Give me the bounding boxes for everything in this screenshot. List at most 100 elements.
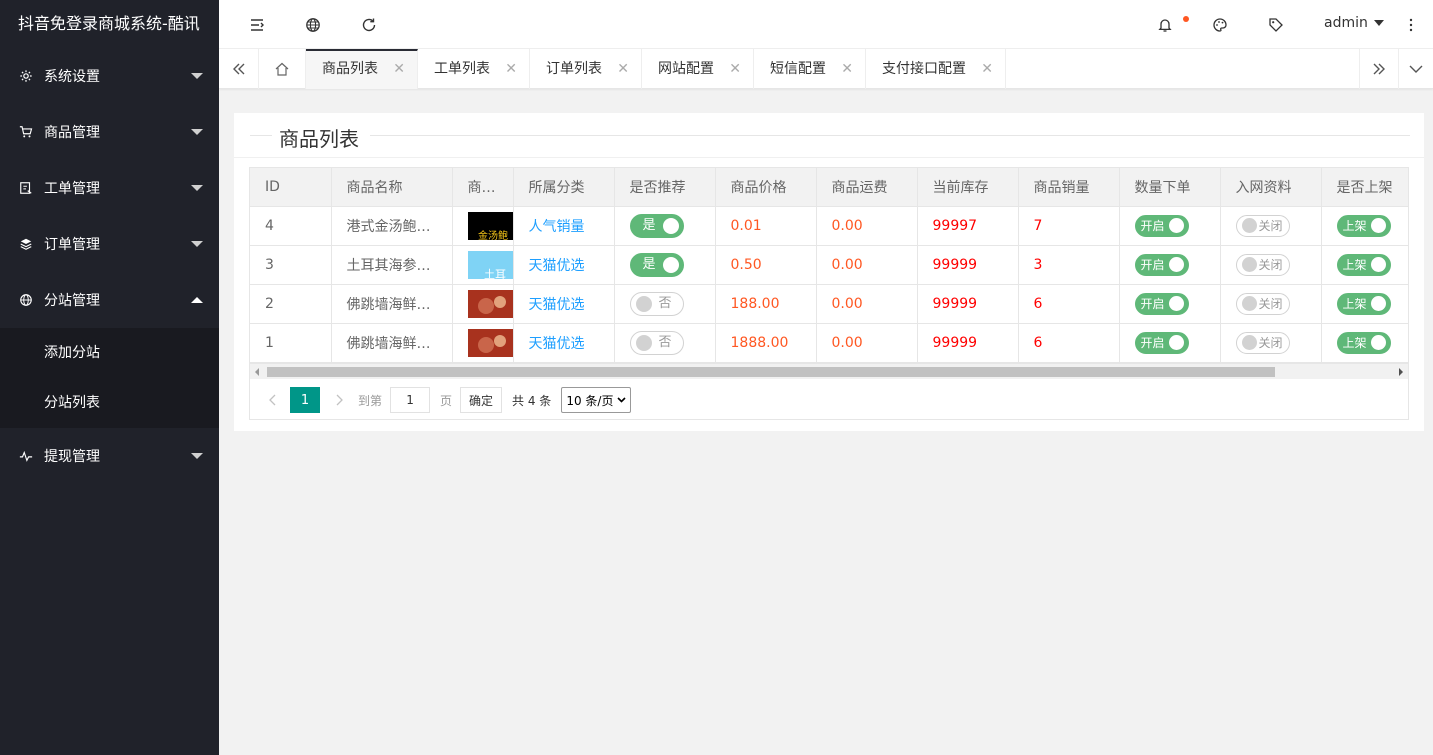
tabs-scroll-right-button[interactable]: [1359, 49, 1399, 89]
network-toggle[interactable]: 关闭: [1235, 214, 1290, 237]
username: admin: [1324, 15, 1368, 31]
sidebar-item-withdrawal-management[interactable]: 提现管理: [0, 428, 219, 484]
product-thumbnail[interactable]: [467, 328, 514, 357]
cell-sales: 7: [1018, 206, 1120, 246]
toggle-knob: [1168, 217, 1184, 233]
column-header[interactable]: 商品销量: [1018, 168, 1120, 207]
product-list-card: 商品列表 ID 商品名称 商… 所属分类 是否推荐 商品价格 商品运费 当前库存: [234, 113, 1424, 431]
tab-home[interactable]: [259, 49, 306, 89]
cell-category[interactable]: 天猫优选: [513, 284, 615, 324]
globe-icon: [18, 292, 34, 308]
network-toggle[interactable]: 关闭: [1235, 331, 1290, 354]
qty-order-toggle[interactable]: 开启: [1134, 331, 1189, 354]
sidebar-subitem-add-substation[interactable]: 添加分站: [0, 328, 219, 378]
cell-category[interactable]: 天猫优选: [513, 323, 615, 363]
qty-order-toggle[interactable]: 开启: [1134, 214, 1189, 237]
prev-page-button[interactable]: [258, 387, 288, 413]
table-row: 3 土耳其海参… 土耳 天猫优选 是 0.50 0.00 99999 3 开启: [250, 245, 1408, 285]
recommend-toggle[interactable]: 否: [629, 291, 684, 316]
recommend-toggle[interactable]: 是: [629, 252, 684, 277]
network-toggle[interactable]: 关闭: [1235, 292, 1290, 315]
listed-toggle[interactable]: 上架: [1336, 292, 1391, 315]
goto-page-input[interactable]: [390, 387, 431, 413]
toggle-label: 开启: [1140, 257, 1165, 272]
sidebar-subitem-substation-list[interactable]: 分站列表: [0, 378, 219, 428]
scrollbar-thumb[interactable]: [267, 367, 1275, 377]
tag-icon[interactable]: [1267, 16, 1285, 34]
recommend-toggle[interactable]: 否: [629, 330, 684, 355]
column-header[interactable]: 商品价格: [715, 168, 817, 207]
sidebar-item-system-settings[interactable]: 系统设置: [0, 48, 219, 104]
scroll-right-arrow-icon[interactable]: [1399, 368, 1403, 376]
scroll-left-arrow-icon[interactable]: [255, 368, 259, 376]
product-thumbnail[interactable]: 金汤鲍: [467, 211, 514, 240]
column-header[interactable]: 所属分类: [513, 168, 615, 207]
bell-icon[interactable]: [1156, 16, 1174, 34]
toggle-knob: [1241, 295, 1257, 311]
menu-toggle-icon[interactable]: [248, 16, 266, 34]
column-header[interactable]: 是否上架: [1321, 168, 1408, 207]
cell-recommend: 否: [614, 284, 716, 324]
tabs-menu-button[interactable]: [1399, 49, 1433, 89]
cell-id: 3: [250, 245, 332, 285]
column-header[interactable]: 数量下单: [1119, 168, 1221, 207]
cell-qty-order: 开启: [1119, 323, 1221, 363]
cell-image: 土耳: [452, 245, 514, 285]
horizontal-scrollbar[interactable]: [250, 363, 1408, 379]
tab-sms-config[interactable]: 短信配置 ✕: [754, 49, 866, 89]
tab-product-list[interactable]: 商品列表 ✕: [306, 49, 418, 89]
cell-freight: 0.00: [816, 206, 918, 246]
close-icon[interactable]: ✕: [841, 49, 853, 89]
globe-icon[interactable]: [304, 16, 322, 34]
tab-ticket-list[interactable]: 工单列表 ✕: [418, 49, 530, 89]
sidebar-item-label: 系统设置: [44, 69, 100, 85]
more-vertical-icon[interactable]: [1402, 16, 1420, 34]
caret-down-icon: [1373, 20, 1384, 26]
tabs-scroll-left-button[interactable]: [219, 49, 259, 89]
close-icon[interactable]: ✕: [393, 51, 405, 87]
cell-qty-order: 开启: [1119, 284, 1221, 324]
listed-toggle[interactable]: 上架: [1336, 331, 1391, 354]
tab-site-config[interactable]: 网站配置 ✕: [642, 49, 754, 89]
column-header[interactable]: 商…: [452, 168, 514, 207]
close-icon[interactable]: ✕: [729, 49, 741, 89]
sidebar-item-label: 分站管理: [44, 293, 100, 309]
cell-category[interactable]: 天猫优选: [513, 245, 615, 285]
column-header[interactable]: 商品名称: [331, 168, 453, 207]
toggle-label: 开启: [1140, 296, 1165, 311]
column-header[interactable]: 商品运费: [816, 168, 918, 207]
page-size-select[interactable]: 10 条/页: [561, 387, 632, 413]
listed-toggle[interactable]: 上架: [1336, 214, 1391, 237]
column-header[interactable]: ID: [250, 168, 332, 207]
product-thumbnail[interactable]: 土耳: [467, 250, 514, 279]
column-header[interactable]: 入网资料: [1220, 168, 1322, 207]
column-header[interactable]: 当前库存: [917, 168, 1019, 207]
close-icon[interactable]: ✕: [981, 49, 993, 89]
goto-confirm-button[interactable]: 确定: [460, 387, 503, 413]
sidebar-item-product-management[interactable]: 商品管理: [0, 104, 219, 160]
product-thumbnail[interactable]: [467, 289, 514, 318]
sidebar-item-label: 提现管理: [44, 449, 100, 465]
qty-order-toggle[interactable]: 开启: [1134, 292, 1189, 315]
cell-price: 1888.00: [715, 323, 817, 363]
sidebar-item-substation-management[interactable]: 分站管理: [0, 272, 219, 328]
user-menu[interactable]: admin: [1324, 15, 1384, 31]
tab-order-list[interactable]: 订单列表 ✕: [530, 49, 642, 89]
recommend-toggle[interactable]: 是: [629, 213, 684, 238]
network-toggle[interactable]: 关闭: [1235, 253, 1290, 276]
cell-category[interactable]: 人气销量: [513, 206, 615, 246]
double-chevron-left-icon: [232, 63, 244, 75]
refresh-icon[interactable]: [360, 16, 378, 34]
palette-icon[interactable]: [1211, 16, 1229, 34]
table-row: 1 佛跳墙海鲜… 天猫优选 否 1888.00 0.00 99999 6 开启: [250, 323, 1408, 363]
page-1-button[interactable]: 1: [290, 387, 320, 413]
listed-toggle[interactable]: 上架: [1336, 253, 1391, 276]
qty-order-toggle[interactable]: 开启: [1134, 253, 1189, 276]
sidebar-item-ticket-management[interactable]: 工单管理: [0, 160, 219, 216]
tab-payment-config[interactable]: 支付接口配置 ✕: [866, 49, 1006, 89]
column-header[interactable]: 是否推荐: [614, 168, 716, 207]
sidebar-item-order-management[interactable]: 订单管理: [0, 216, 219, 272]
close-icon[interactable]: ✕: [617, 49, 629, 89]
close-icon[interactable]: ✕: [505, 49, 517, 89]
next-page-button[interactable]: [324, 387, 354, 413]
